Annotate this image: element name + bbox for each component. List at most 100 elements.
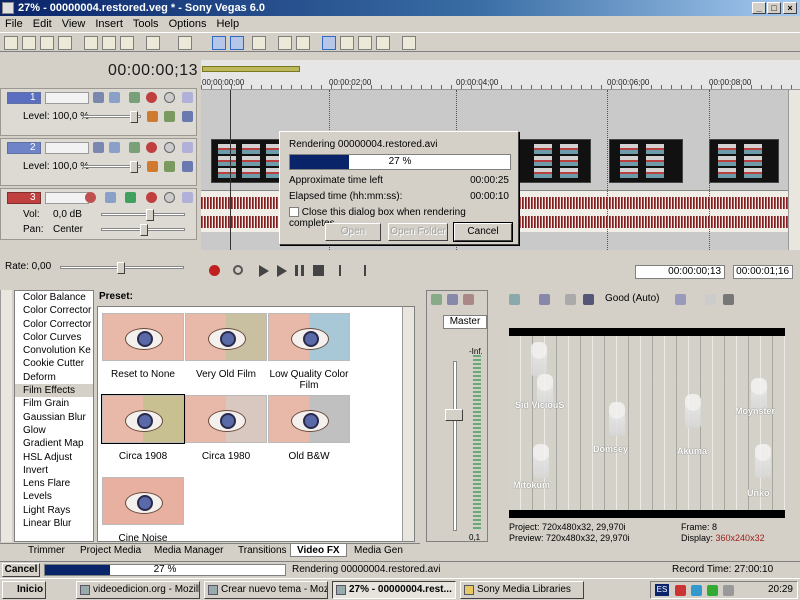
- save-snapshot-icon[interactable]: [723, 294, 734, 305]
- fx-icon[interactable]: [146, 92, 157, 103]
- mute-icon[interactable]: [93, 92, 104, 103]
- video-clip[interactable]: [519, 139, 591, 183]
- expand-icon[interactable]: [182, 92, 193, 103]
- task-button[interactable]: Sony Media Libraries: [460, 581, 584, 599]
- loop-icon[interactable]: [233, 265, 243, 275]
- new-icon[interactable]: [4, 36, 18, 50]
- fx-list-item[interactable]: Color Curves: [15, 331, 93, 344]
- level-slider[interactable]: [83, 111, 141, 123]
- track-name-field[interactable]: [45, 192, 89, 204]
- preset-low-quality-color-film[interactable]: Low Quality Color Film: [268, 313, 350, 391]
- tab-media-manager[interactable]: Media Manager: [148, 544, 229, 557]
- fx-list-item[interactable]: Cookie Cutter: [15, 357, 93, 370]
- start-button[interactable]: Inicio: [2, 581, 46, 599]
- bypass-icon[interactable]: [164, 192, 175, 203]
- timeline-vscroll[interactable]: [788, 90, 800, 250]
- auto-crossfade-icon[interactable]: [230, 36, 244, 50]
- fx-list-item[interactable]: Color Corrector: [15, 304, 93, 317]
- tab-video-fx[interactable]: Video FX: [290, 544, 347, 557]
- tab-project-media[interactable]: Project Media: [74, 544, 147, 557]
- fx-list-item[interactable]: Film Grain: [15, 397, 93, 410]
- up-icon[interactable]: [164, 111, 175, 122]
- render-icon[interactable]: [58, 36, 72, 50]
- status-cancel-button[interactable]: Cancel: [2, 563, 40, 577]
- video-fx-list[interactable]: Color Balance Color Corrector Color Correc…: [14, 290, 94, 542]
- cursor-time-field[interactable]: 00:00:00;13: [635, 265, 725, 279]
- fx-icon[interactable]: [146, 142, 157, 153]
- fx-list-item[interactable]: Glow: [15, 424, 93, 437]
- slider-knob[interactable]: [140, 224, 148, 236]
- menu-help[interactable]: Help: [211, 18, 244, 30]
- master-fader-knob[interactable]: [445, 409, 463, 421]
- invert-phase-icon[interactable]: [105, 192, 116, 203]
- menu-insert[interactable]: Insert: [90, 18, 128, 30]
- mute-icon[interactable]: [125, 192, 136, 203]
- track-header-3[interactable]: 3 Vol: 0,0 dB Pan: Center: [0, 188, 197, 240]
- fx-list-item[interactable]: Levels: [15, 490, 93, 503]
- normal-edit-tool-icon[interactable]: [322, 36, 336, 50]
- ignore-grouping-icon[interactable]: [296, 36, 310, 50]
- timeline-ruler[interactable]: 00:00:00;00 00:00:02;00 00:00:04;00 00:0…: [201, 60, 800, 90]
- fx-list-item[interactable]: Gradient Map: [15, 437, 93, 450]
- whats-this-icon[interactable]: [402, 36, 416, 50]
- expand-icon[interactable]: [182, 192, 193, 203]
- slider-knob[interactable]: [117, 262, 125, 274]
- loop-region[interactable]: [202, 66, 300, 72]
- save-icon[interactable]: [40, 36, 54, 50]
- bypass-icon[interactable]: [164, 92, 175, 103]
- menu-edit[interactable]: Edit: [28, 18, 57, 30]
- go-to-end-icon[interactable]: [357, 265, 366, 276]
- fx-list-item[interactable]: Convolution Ke: [15, 344, 93, 357]
- redo-icon[interactable]: [178, 36, 192, 50]
- grid-icon[interactable]: [675, 294, 686, 305]
- preview-quality-dropdown[interactable]: Good (Auto): [605, 293, 659, 304]
- selection-tool-icon[interactable]: [358, 36, 372, 50]
- tray-icon[interactable]: [675, 585, 686, 596]
- video-clip[interactable]: [211, 139, 289, 183]
- fx-list-item[interactable]: Color Corrector: [15, 318, 93, 331]
- track-name-field[interactable]: [45, 92, 89, 104]
- ripple-icon[interactable]: [252, 36, 266, 50]
- preset-circa-1908[interactable]: Circa 1908: [101, 394, 185, 462]
- preview-properties-icon[interactable]: [509, 294, 520, 305]
- master-fader-track[interactable]: [453, 361, 457, 531]
- preset-old-bw[interactable]: Old B&W: [268, 395, 350, 462]
- tab-trimmer[interactable]: Trimmer: [22, 544, 71, 557]
- fx-list-item[interactable]: Film Effects: [15, 384, 93, 398]
- close-button[interactable]: ×: [783, 2, 797, 14]
- maximize-button[interactable]: □: [767, 2, 781, 14]
- preset-circa-1980[interactable]: Circa 1980: [185, 395, 267, 462]
- tab-transitions[interactable]: Transitions: [232, 544, 293, 557]
- menu-file[interactable]: File: [0, 18, 28, 30]
- cancel-render-button[interactable]: Cancel: [453, 222, 513, 242]
- copy-snapshot-icon[interactable]: [705, 294, 716, 305]
- level-slider[interactable]: [83, 161, 141, 173]
- fx-list-item[interactable]: Light Rays: [15, 504, 93, 517]
- paste-icon[interactable]: [120, 36, 134, 50]
- record-icon[interactable]: [209, 265, 220, 276]
- fx-list-item[interactable]: Color Balance: [15, 291, 93, 304]
- menu-tools[interactable]: Tools: [128, 18, 164, 30]
- menu-options[interactable]: Options: [164, 18, 212, 30]
- tab-media-generators[interactable]: Media Gen: [348, 544, 409, 557]
- clock[interactable]: 20:29: [768, 582, 793, 598]
- snap-icon[interactable]: [212, 36, 226, 50]
- track-header-1[interactable]: 1 Level: 100,0 %: [0, 88, 197, 136]
- fx-panel-scroll[interactable]: [0, 290, 12, 542]
- play-icon[interactable]: [277, 265, 287, 277]
- preset-very-old-film[interactable]: Very Old Film: [185, 313, 267, 380]
- mixer-tool-icon[interactable]: [431, 294, 442, 305]
- video-clip[interactable]: [709, 139, 779, 183]
- selection-length-field[interactable]: 00:00:01;16: [733, 265, 793, 279]
- track-name-field[interactable]: [45, 142, 89, 154]
- preset-reset-to-none[interactable]: Reset to None: [102, 313, 184, 380]
- solo-icon[interactable]: [109, 142, 120, 153]
- arm-record-icon[interactable]: [85, 192, 96, 203]
- up-icon[interactable]: [164, 161, 175, 172]
- external-monitor-icon[interactable]: [539, 294, 550, 305]
- pan-slider[interactable]: [101, 224, 185, 236]
- preset-scrollbar[interactable]: [402, 307, 414, 541]
- expand-icon[interactable]: [182, 142, 193, 153]
- undo-icon[interactable]: [146, 36, 160, 50]
- fx-list-item[interactable]: Gaussian Blur: [15, 411, 93, 424]
